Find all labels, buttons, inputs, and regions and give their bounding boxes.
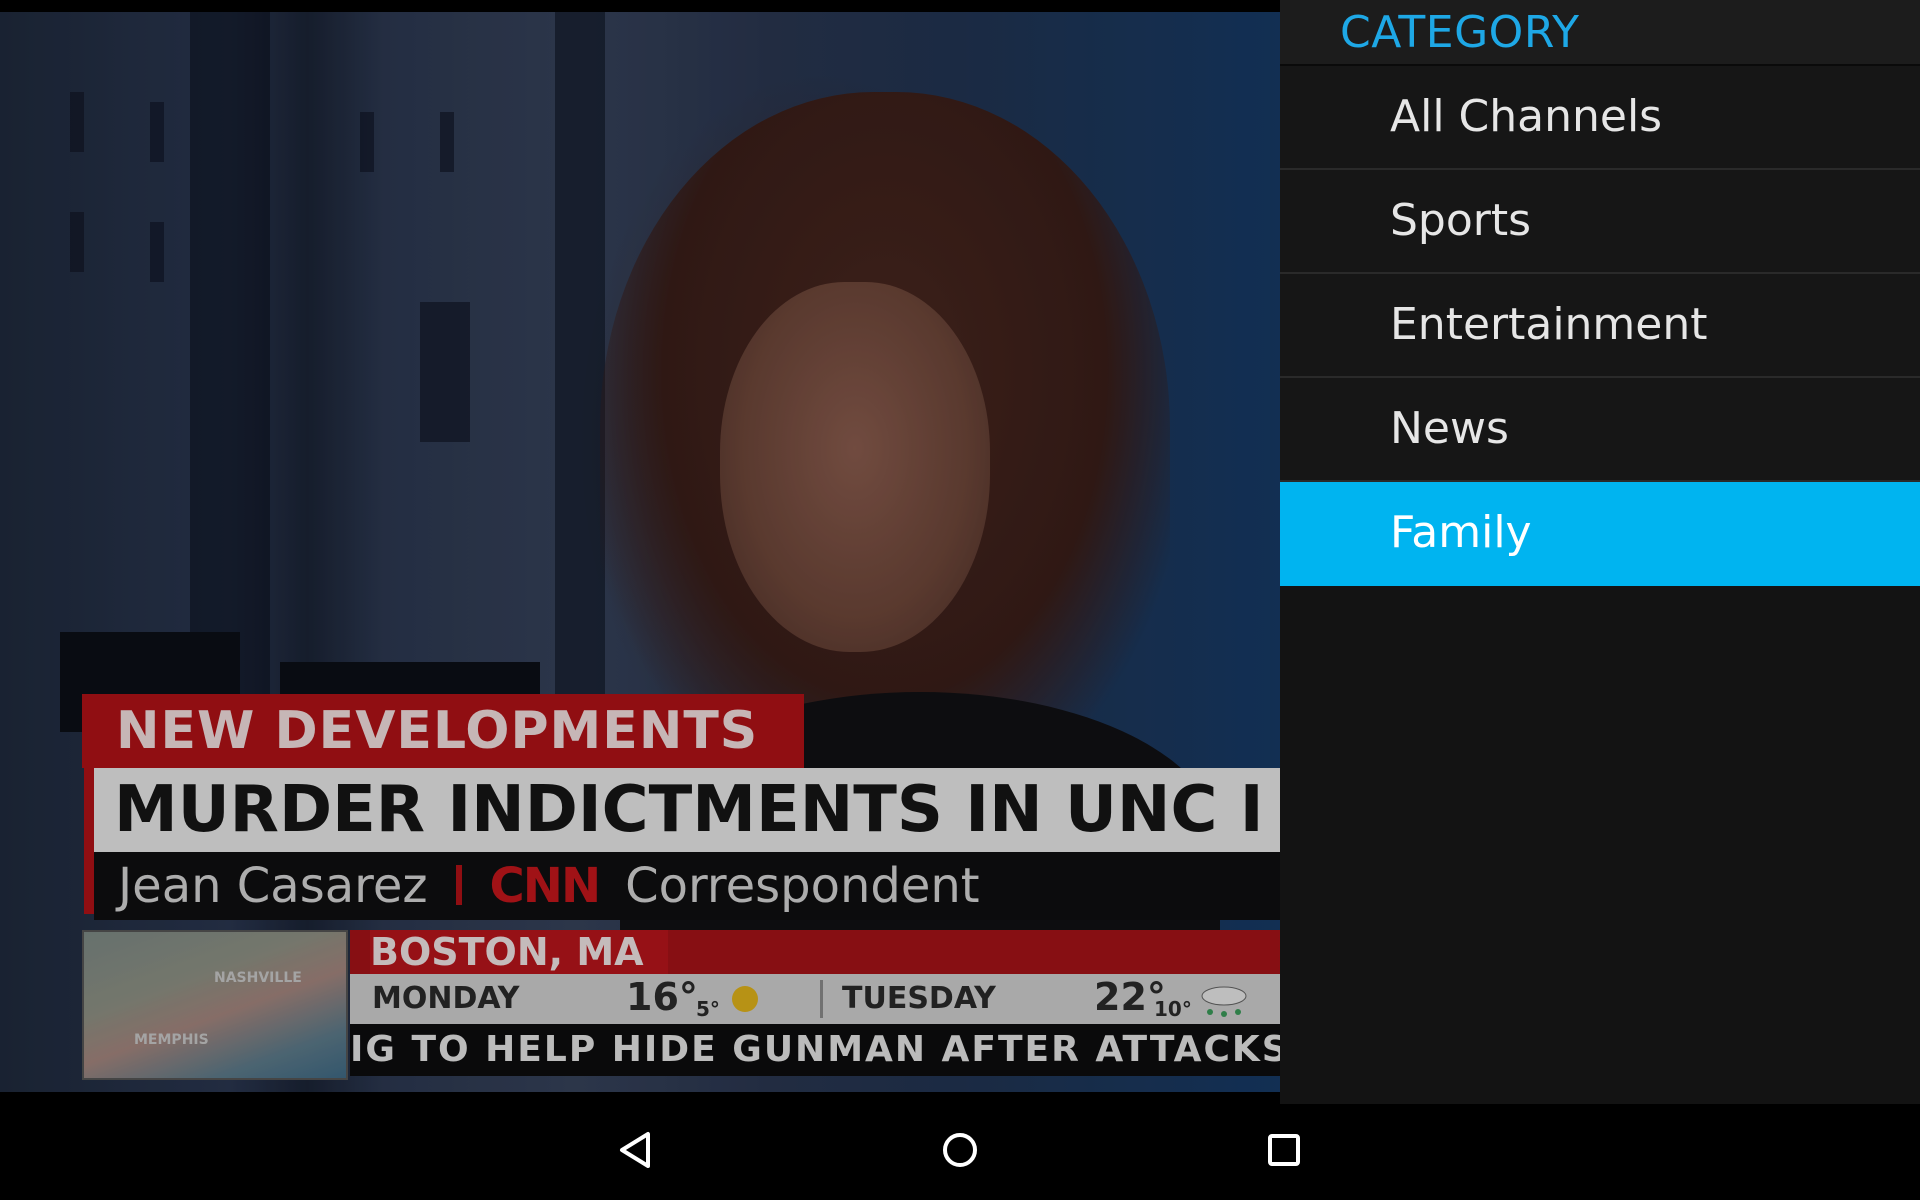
video-player[interactable]: NEW DEVELOPMENTS MURDER INDICTMENTS IN U… [0, 12, 1280, 1092]
category-panel: CATEGORY All Channels Sports Entertainme… [1280, 0, 1920, 1104]
category-family[interactable]: Family [1280, 482, 1920, 586]
category-sports[interactable]: Sports [1280, 170, 1920, 274]
system-navigation-bar [0, 1104, 1920, 1200]
category-news[interactable]: News [1280, 378, 1920, 482]
home-icon [940, 1130, 980, 1174]
category-header: CATEGORY [1280, 0, 1920, 66]
recents-icon [1264, 1130, 1304, 1174]
recents-button[interactable] [1254, 1128, 1314, 1176]
category-entertainment[interactable]: Entertainment [1280, 274, 1920, 378]
back-button[interactable] [606, 1128, 666, 1176]
home-button[interactable] [930, 1128, 990, 1176]
back-icon [616, 1130, 656, 1174]
category-all-channels[interactable]: All Channels [1280, 66, 1920, 170]
video-dim-overlay [0, 12, 1280, 1092]
